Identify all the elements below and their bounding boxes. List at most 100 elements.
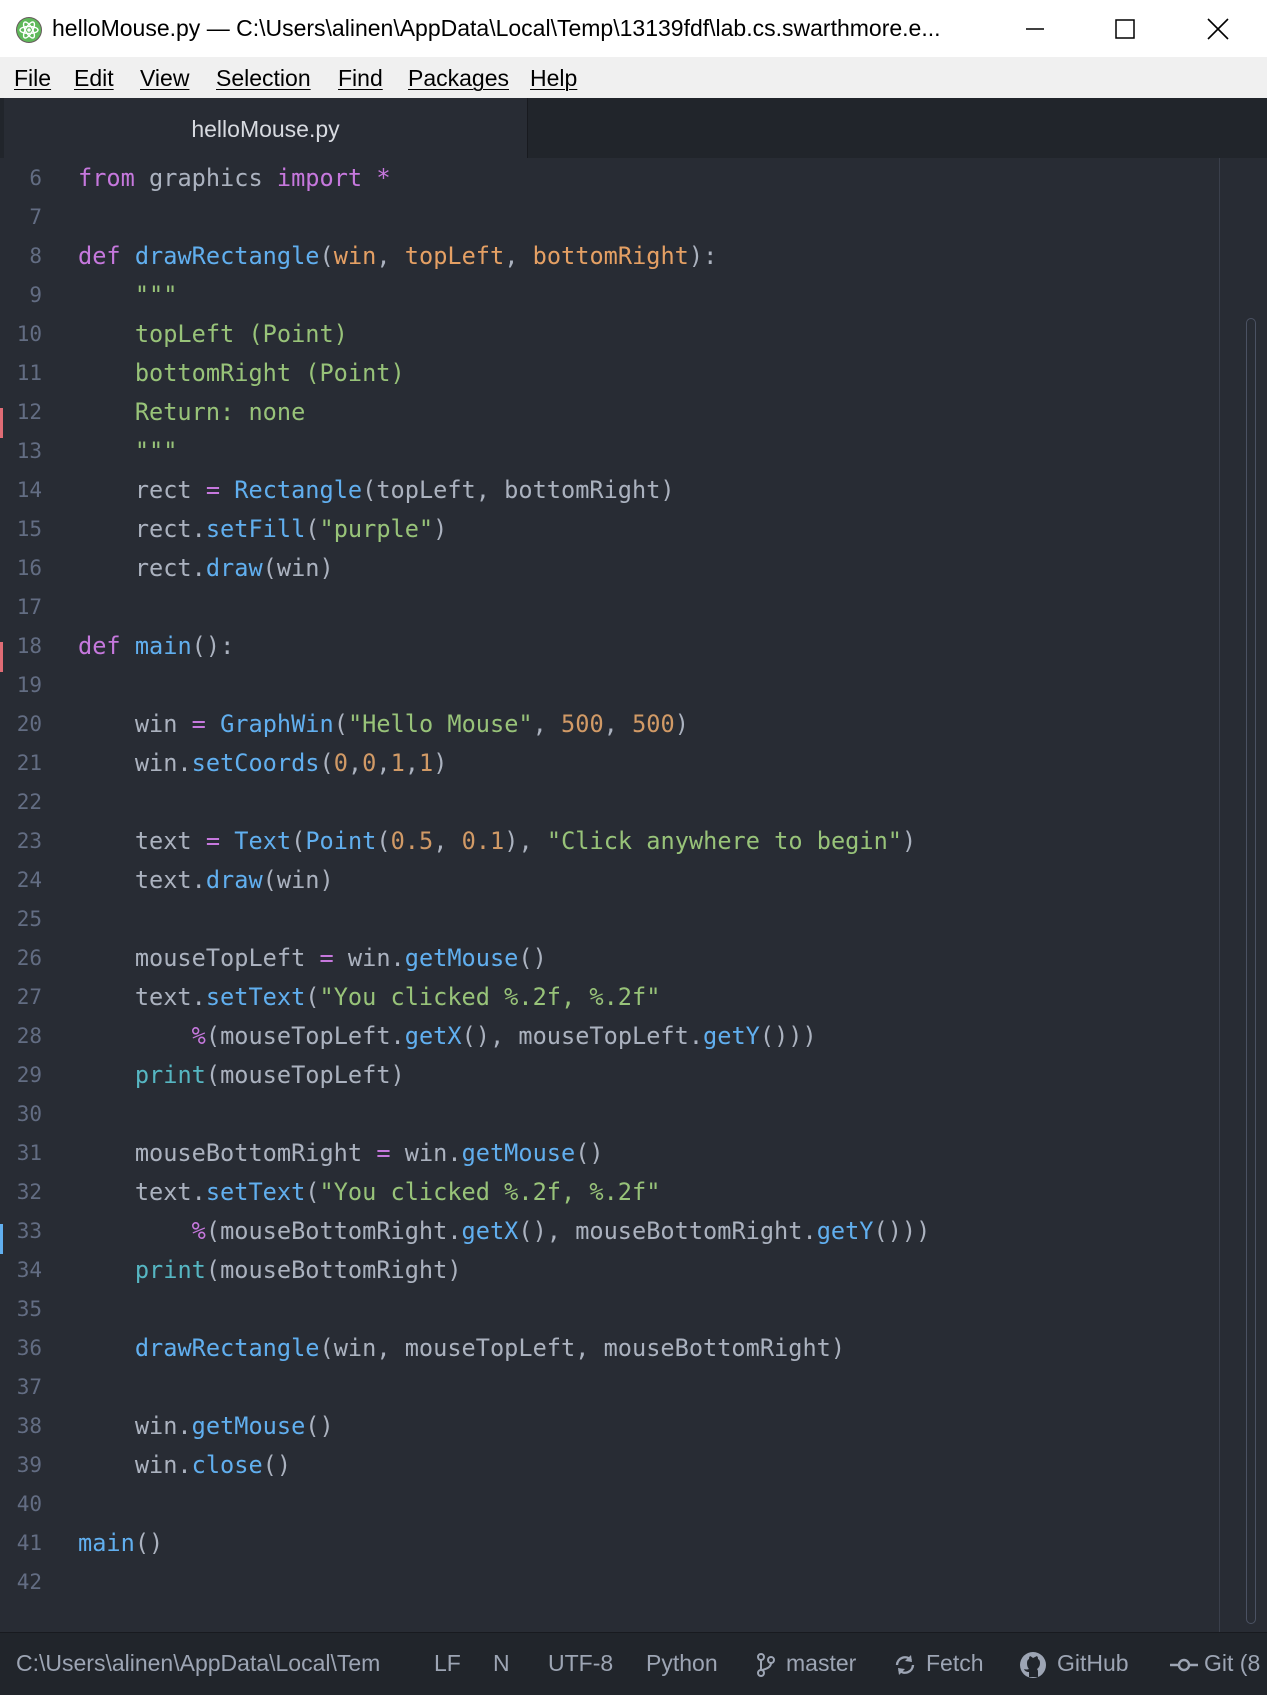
window-title: helloMouse.py — C:\Users\alinen\AppData\… (52, 15, 941, 41)
tab-label: helloMouse.py (191, 116, 340, 142)
line-number: 41 (16, 1531, 42, 1555)
line-number: 6 (29, 166, 42, 190)
git-modified-marker (0, 408, 3, 438)
code-line[interactable]: Return: none (78, 393, 305, 432)
line-number: 7 (29, 205, 42, 229)
line-number: 13 (16, 439, 42, 463)
line-number: 21 (16, 751, 42, 775)
atom-app-icon (16, 17, 42, 43)
menu-find[interactable]: Find (338, 65, 383, 92)
menu-file[interactable]: File (14, 65, 51, 92)
code-line[interactable]: main() (78, 1524, 163, 1563)
sync-icon (895, 1655, 915, 1675)
line-number: 34 (16, 1258, 42, 1282)
line-number: 30 (16, 1102, 42, 1126)
line-number: 38 (16, 1414, 42, 1438)
status-encoding[interactable]: UTF-8 (548, 1650, 613, 1677)
line-number: 40 (16, 1492, 42, 1516)
line-number: 9 (29, 283, 42, 307)
maximize-icon (1115, 18, 1135, 39)
code-line[interactable]: bottomRight (Point) (78, 354, 405, 393)
code-line[interactable]: from graphics import * (78, 159, 391, 198)
menu-bar: File Edit View Selection Find Packages H… (0, 57, 1267, 99)
status-grammar[interactable]: Python (646, 1650, 718, 1677)
line-number: 8 (29, 244, 42, 268)
code-line[interactable]: rect.setFill("purple") (78, 510, 448, 549)
menu-help[interactable]: Help (530, 65, 577, 92)
minimize-icon (1026, 27, 1044, 30)
status-git[interactable]: Git (8 (1204, 1650, 1260, 1677)
status-github[interactable]: GitHub (1057, 1650, 1129, 1677)
code-line[interactable]: """ (78, 432, 178, 471)
code-line[interactable]: text.setText("You clicked %.2f, %.2f" (78, 978, 661, 1017)
status-line-ending[interactable]: LF (434, 1650, 461, 1677)
code-line[interactable]: %(mouseTopLeft.getX(), mouseTopLeft.getY… (78, 1017, 817, 1056)
line-number: 27 (16, 985, 42, 1009)
code-line[interactable]: def drawRectangle(win, topLeft, bottomRi… (78, 237, 717, 276)
status-n[interactable]: N (493, 1650, 510, 1677)
close-icon (1207, 17, 1229, 40)
tab-bar: helloMouse.py (0, 98, 1267, 158)
code-line[interactable]: mouseBottomRight = win.getMouse() (78, 1134, 604, 1173)
code-line[interactable]: """ (78, 276, 178, 315)
git-modified-marker (0, 642, 3, 672)
code-line[interactable]: win.setCoords(0,0,1,1) (78, 744, 448, 783)
code-editor[interactable]: 6 7 8 9 10 11 12 13 14 15 16 17 18 19 20 21 22 23 24 25 26 27… (0, 158, 1267, 1632)
line-number-gutter: 6 7 8 9 10 11 12 13 14 15 16 17 18 19 20 21 22 23 24 25 26 27… (0, 158, 60, 1632)
vertical-scrollbar[interactable] (1246, 318, 1256, 1624)
status-branch[interactable]: master (786, 1650, 856, 1677)
code-line[interactable]: topLeft (Point) (78, 315, 348, 354)
code-line[interactable]: print(mouseBottomRight) (78, 1251, 462, 1290)
close-button[interactable] (1172, 0, 1264, 57)
code-line[interactable]: mouseTopLeft = win.getMouse() (78, 939, 547, 978)
line-number: 15 (16, 517, 42, 541)
line-number: 23 (16, 829, 42, 853)
line-number: 32 (16, 1180, 42, 1204)
line-number: 25 (16, 907, 42, 931)
code-line[interactable]: rect.draw(win) (78, 549, 334, 588)
line-number: 24 (16, 868, 42, 892)
code-line[interactable]: rect = Rectangle(topLeft, bottomRight) (78, 471, 675, 510)
line-number: 36 (16, 1336, 42, 1360)
status-bar: C:\Users\alinen\AppData\Local\Tem LF N U… (0, 1632, 1267, 1695)
status-file-path[interactable]: C:\Users\alinen\AppData\Local\Tem (16, 1650, 398, 1677)
code-line[interactable]: win.getMouse() (78, 1407, 334, 1446)
code-line[interactable]: %(mouseBottomRight.getX(), mouseBottomRi… (78, 1212, 931, 1251)
line-number: 19 (16, 673, 42, 697)
menu-edit[interactable]: Edit (74, 65, 114, 92)
code-line[interactable]: text.draw(win) (78, 861, 334, 900)
code-line[interactable]: win.close() (78, 1446, 291, 1485)
code-line[interactable]: drawRectangle(win, mouseTopLeft, mouseBo… (78, 1329, 845, 1368)
code-line[interactable]: text.setText("You clicked %.2f, %.2f" (78, 1173, 661, 1212)
line-number: 35 (16, 1297, 42, 1321)
title-bar: helloMouse.py — C:\Users\alinen\AppData\… (0, 0, 1267, 57)
line-number: 39 (16, 1453, 42, 1477)
menu-view[interactable]: View (140, 65, 189, 92)
tab-hellomouse[interactable]: helloMouse.py (4, 98, 528, 158)
menu-selection[interactable]: Selection (216, 65, 311, 92)
line-number: 26 (16, 946, 42, 970)
line-number: 33 (16, 1219, 42, 1243)
line-number: 31 (16, 1141, 42, 1165)
editor-window: helloMouse.py — C:\Users\alinen\AppData\… (0, 0, 1267, 1695)
line-number: 14 (16, 478, 42, 502)
line-number: 16 (16, 556, 42, 580)
line-number: 29 (16, 1063, 42, 1087)
git-modified-marker (0, 1224, 3, 1254)
menu-packages[interactable]: Packages (408, 65, 509, 92)
code-line[interactable]: print(mouseTopLeft) (78, 1056, 405, 1095)
git-branch-icon (757, 1653, 775, 1677)
code-line[interactable]: def main(): (78, 627, 234, 666)
code-line[interactable]: text = Text(Point(0.5, 0.1), "Click anyw… (78, 822, 916, 861)
line-number: 12 (16, 400, 42, 424)
line-number: 11 (16, 361, 42, 385)
line-number: 10 (16, 322, 42, 346)
github-icon (1020, 1652, 1046, 1678)
line-number: 20 (16, 712, 42, 736)
status-fetch[interactable]: Fetch (926, 1650, 984, 1677)
line-number: 17 (16, 595, 42, 619)
maximize-button[interactable] (1079, 0, 1171, 57)
line-number: 28 (16, 1024, 42, 1048)
minimize-button[interactable] (989, 0, 1081, 57)
code-line[interactable]: win = GraphWin("Hello Mouse", 500, 500) (78, 705, 689, 744)
